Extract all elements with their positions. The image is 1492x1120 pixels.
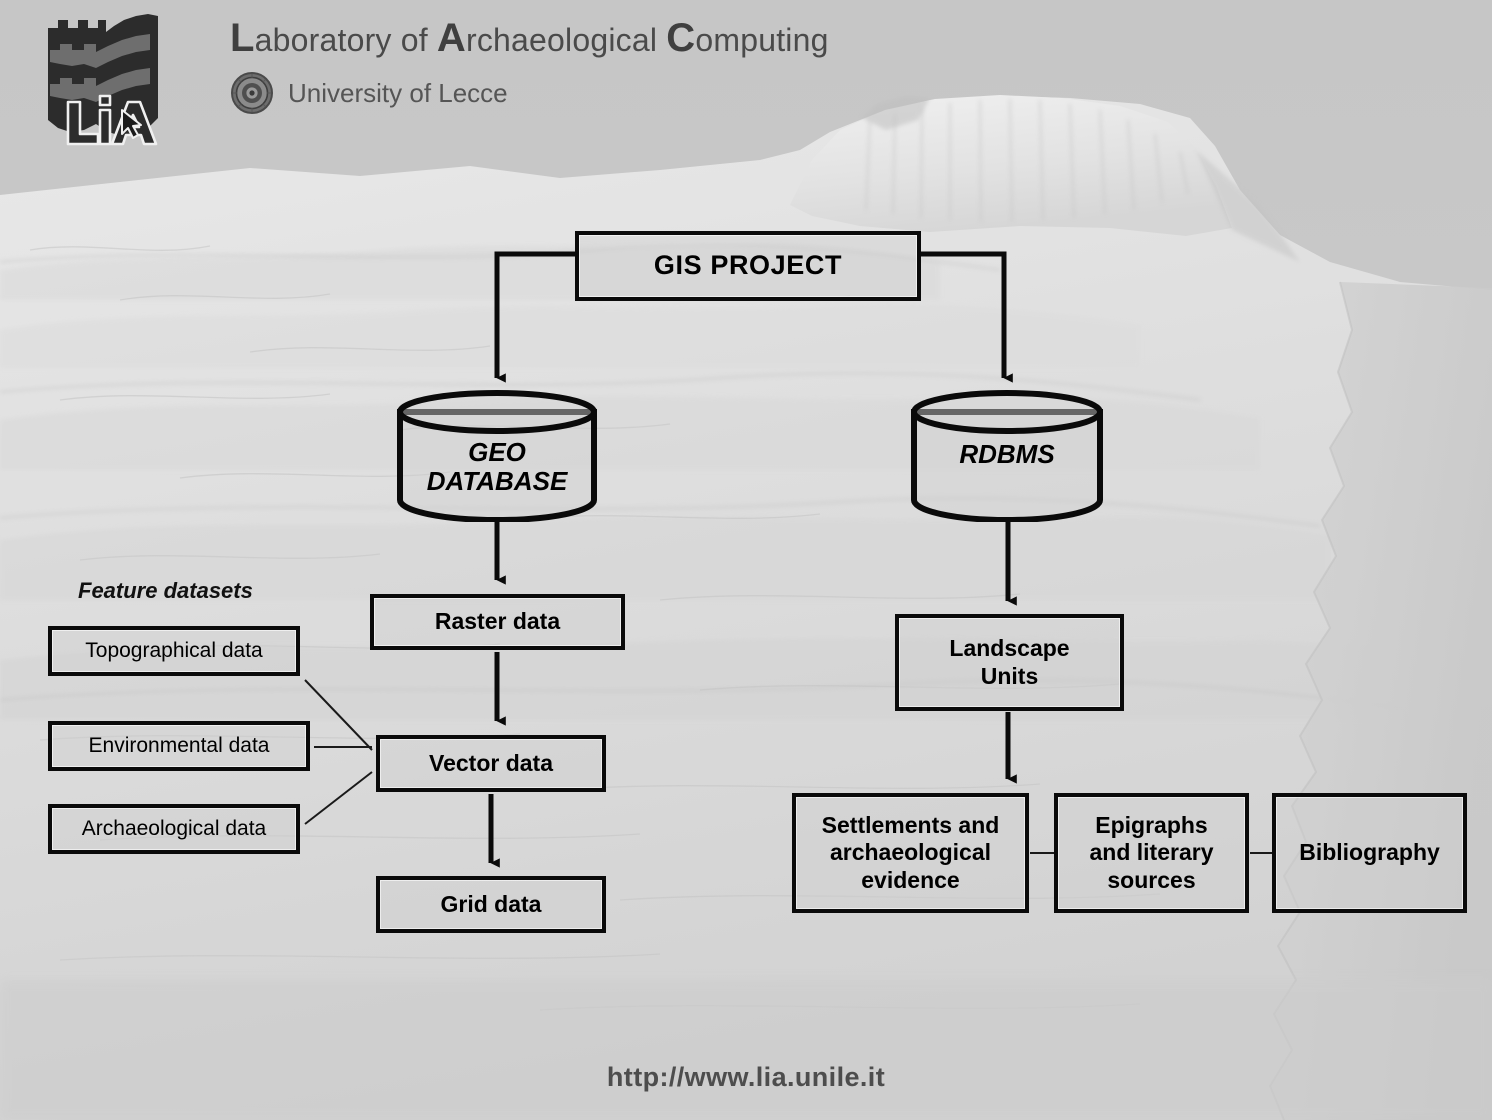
geo-database-label-line2: DATABASE	[426, 466, 568, 497]
rdbms-cylinder[interactable]: RDBMS	[910, 390, 1104, 523]
raster-data-label: Raster data	[434, 608, 561, 635]
environmental-data-label: Environmental data	[88, 733, 270, 757]
rdbms-label: RDBMS	[959, 439, 1055, 469]
epigraphs-label-line2: and literary	[1089, 839, 1214, 866]
epigraphs-box[interactable]: Epigraphs and literary sources	[1054, 793, 1249, 913]
geo-database-label-line1: GEO	[468, 437, 526, 467]
landscape-units-box[interactable]: Landscape Units	[895, 614, 1124, 711]
vector-data-box[interactable]: Vector data	[376, 735, 606, 792]
settlements-label-line2: archaeological	[829, 839, 992, 866]
environmental-data-box[interactable]: Environmental data	[48, 721, 310, 771]
grid-data-box[interactable]: Grid data	[376, 876, 606, 933]
epigraphs-label-line1: Epigraphs	[1095, 812, 1208, 839]
landscape-units-label-line1: Landscape	[949, 635, 1070, 662]
epigraphs-label-line3: sources	[1107, 866, 1196, 893]
diagram-canvas: Laboratory of Archaeological Computing U…	[0, 0, 1492, 1120]
connector-lines	[304, 251, 1272, 868]
topographical-data-label: Topographical data	[85, 638, 263, 662]
grid-data-label: Grid data	[440, 890, 542, 917]
landscape-units-label-line2: Units	[980, 662, 1039, 689]
settlements-box[interactable]: Settlements and archaeological evidence	[792, 793, 1029, 913]
gis-project-box[interactable]: GIS PROJECT	[575, 231, 921, 301]
footer-url[interactable]: http://www.lia.unile.it	[0, 1062, 1492, 1093]
gis-project-label: GIS PROJECT	[653, 250, 843, 281]
settlements-label-line1: Settlements and	[821, 812, 1000, 839]
bibliography-label: Bibliography	[1299, 839, 1440, 866]
geo-database-cylinder[interactable]: GEO DATABASE	[396, 390, 598, 523]
bibliography-box[interactable]: Bibliography	[1272, 793, 1467, 913]
archaeological-data-box[interactable]: Archaeological data	[48, 804, 300, 854]
topographical-data-box[interactable]: Topographical data	[48, 626, 300, 676]
raster-data-box[interactable]: Raster data	[370, 594, 625, 650]
settlements-label-line3: evidence	[861, 866, 960, 893]
feature-datasets-label: Feature datasets	[78, 578, 253, 603]
vector-data-label: Vector data	[429, 749, 553, 776]
archaeological-data-label: Archaeological data	[81, 816, 267, 840]
